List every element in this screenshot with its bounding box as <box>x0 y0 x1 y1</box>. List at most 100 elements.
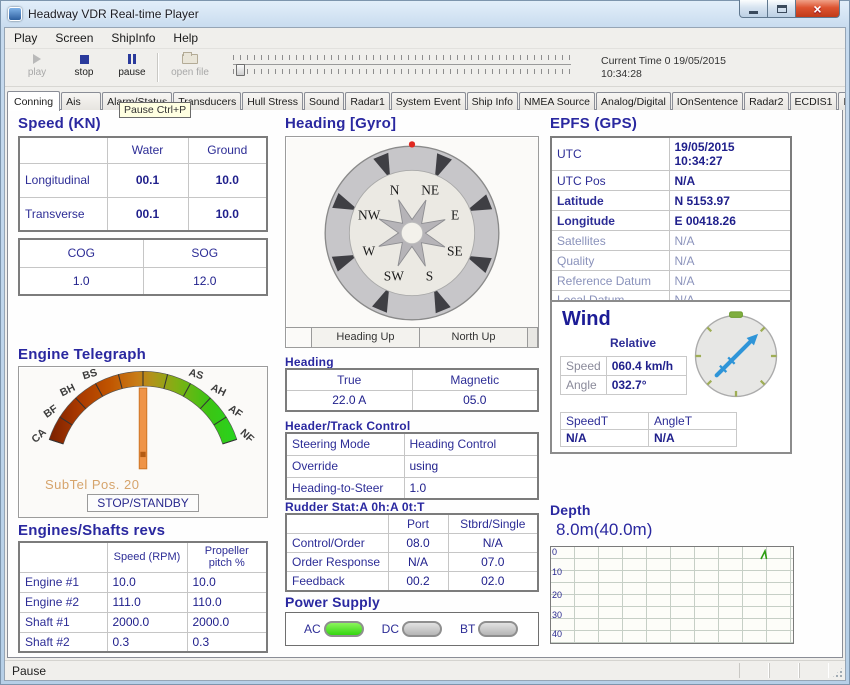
rudder-port: 00.2 <box>388 572 448 592</box>
engines-table: Speed (RPM) Propeller pitch % Engine #1 … <box>18 541 268 653</box>
pause-button[interactable]: pause <box>109 52 155 78</box>
tab-conning[interactable]: Conning <box>7 91 60 111</box>
play-button[interactable]: play <box>15 52 59 78</box>
ac-label: AC <box>304 622 321 636</box>
stop-standby-button[interactable]: STOP/STANDBY <box>87 494 199 512</box>
sog-header: SOG <box>143 239 267 267</box>
dc-label: DC <box>382 622 399 636</box>
compass-point: N <box>390 183 400 198</box>
table-row: Override using <box>286 455 538 477</box>
current-time-line1: Current Time 0 19/05/2015 <box>601 55 726 68</box>
window-title: Headway VDR Real-time Player <box>28 7 199 21</box>
speed-row-label: Longitudinal <box>19 163 107 197</box>
bt-label: BT <box>460 622 475 636</box>
cog-header: COG <box>19 239 143 267</box>
epfs-label: UTC Pos <box>551 171 669 191</box>
compass-point: NW <box>358 208 381 223</box>
playback-slider[interactable] <box>233 55 571 81</box>
tab-sound[interactable]: Sound <box>304 92 344 110</box>
close-button[interactable]: × <box>795 0 840 18</box>
current-time-line2: 10:34:28 <box>601 68 726 81</box>
tab-hull-stress[interactable]: Hull Stress <box>242 92 303 110</box>
heading-magnetic-value: 05.0 <box>412 390 538 411</box>
wind-gauge <box>690 310 782 402</box>
telegraph-label: BD <box>107 369 124 371</box>
epfs-value: N/A <box>669 171 791 191</box>
tab-ecdis1[interactable]: ECDIS1 <box>790 92 838 110</box>
heading-up-button[interactable]: Heading Up <box>311 328 420 347</box>
tab-ais[interactable]: Ais <box>61 92 101 110</box>
heading-true-value: 22.0 A <box>286 390 412 411</box>
table-row: Satellites N/A <box>551 231 791 251</box>
rudder-label: Order Response <box>286 553 388 572</box>
menu-bar: Play Screen ShipInfo Help <box>5 28 845 49</box>
telegraph-gauge: CA BF BH BS BD ST AD AS AH AF NF <box>20 369 266 473</box>
rudder-label: Feedback <box>286 572 388 592</box>
open-file-button[interactable]: open file <box>162 52 218 78</box>
minimize-button[interactable] <box>739 0 768 18</box>
tab-ecdis2[interactable]: ECDIS2 <box>838 92 846 110</box>
power-panel: AC DC BT <box>285 612 539 646</box>
menu-shipinfo[interactable]: ShipInfo <box>102 29 164 47</box>
menu-help[interactable]: Help <box>164 29 207 47</box>
wind-speed-label: Speed <box>561 357 607 376</box>
speed-row-label: Transverse <box>19 197 107 231</box>
rudder-port: N/A <box>388 553 448 572</box>
wind-speed-value: 060.4 km/h <box>606 357 686 376</box>
depth-value: 8.0m(40.0m) <box>556 520 652 540</box>
tab-analog-digital[interactable]: Analog/Digital <box>596 92 671 110</box>
engine-label: Engine #2 <box>19 592 107 612</box>
depth-trace-marker <box>759 549 771 561</box>
tab-system-event[interactable]: System Event <box>391 92 466 110</box>
track-value: 1.0 <box>404 477 538 499</box>
epfs-title: EPFS (GPS) <box>550 115 637 132</box>
stop-icon <box>80 55 89 64</box>
telegraph-label: CA <box>29 426 49 445</box>
tab-nmea-source[interactable]: NMEA Source <box>519 92 595 110</box>
wind-relative-table: Speed 060.4 km/h Angle 032.7° <box>560 356 687 395</box>
table-row: Steering Mode Heading Control <box>286 433 538 455</box>
slider-thumb[interactable] <box>236 64 245 76</box>
slider-track[interactable] <box>233 64 571 65</box>
tab-ionsentence[interactable]: IOnSentence <box>672 92 743 110</box>
table-row: Quality N/A <box>551 251 791 271</box>
epfs-label: Quality <box>551 251 669 271</box>
north-up-button[interactable]: North Up <box>420 328 529 347</box>
title-bar[interactable]: Headway VDR Real-time Player <box>0 0 850 27</box>
compass-point: NE <box>421 183 439 198</box>
rudder-label: Control/Order <box>286 534 388 553</box>
telegraph-label: BF <box>42 402 61 420</box>
table-row: Angle 032.7° <box>561 376 687 395</box>
maximize-button[interactable] <box>768 0 795 18</box>
gyro-footer-nub <box>528 328 538 347</box>
epfs-value: N/A <box>669 231 791 251</box>
cog-value: 1.0 <box>19 267 143 295</box>
table-row: Engine #2 111.0 110.0 <box>19 592 267 612</box>
pause-tooltip: Pause Ctrl+P <box>119 102 191 118</box>
table-row: Feedback 00.2 02.0 <box>286 572 538 592</box>
telegraph-label: NF <box>238 427 257 446</box>
heading-col-magnetic: Magnetic <box>412 369 538 390</box>
track-label: Steering Mode <box>286 433 404 455</box>
speed-col-ground: Ground <box>188 137 267 163</box>
compass-point: W <box>363 243 376 258</box>
telegraph-label: AS <box>187 369 205 382</box>
app-icon <box>8 7 22 21</box>
tab-ship-info[interactable]: Ship Info <box>467 92 518 110</box>
compass-point: SW <box>384 268 404 283</box>
epfs-value: N/A <box>669 271 791 291</box>
menu-play[interactable]: Play <box>5 29 46 47</box>
menu-screen[interactable]: Screen <box>46 29 102 47</box>
telegraph-title: Engine Telegraph <box>18 346 146 363</box>
tab-radar2[interactable]: Radar2 <box>744 92 788 110</box>
maximize-icon <box>777 5 787 13</box>
stop-button[interactable]: stop <box>63 52 105 78</box>
toolbar-separator <box>157 53 159 82</box>
tab-radar1[interactable]: Radar1 <box>345 92 389 110</box>
speed-water-value: 00.1 <box>107 163 188 197</box>
heading-title: Heading <box>285 355 334 369</box>
rudder-table: Port Stbrd/Single Control/Order 08.0 N/A… <box>285 513 539 592</box>
telegraph-panel: CA BF BH BS BD ST AD AS AH AF NF <box>18 366 268 518</box>
resize-grip[interactable] <box>831 666 844 679</box>
compass-point: E <box>451 208 459 223</box>
